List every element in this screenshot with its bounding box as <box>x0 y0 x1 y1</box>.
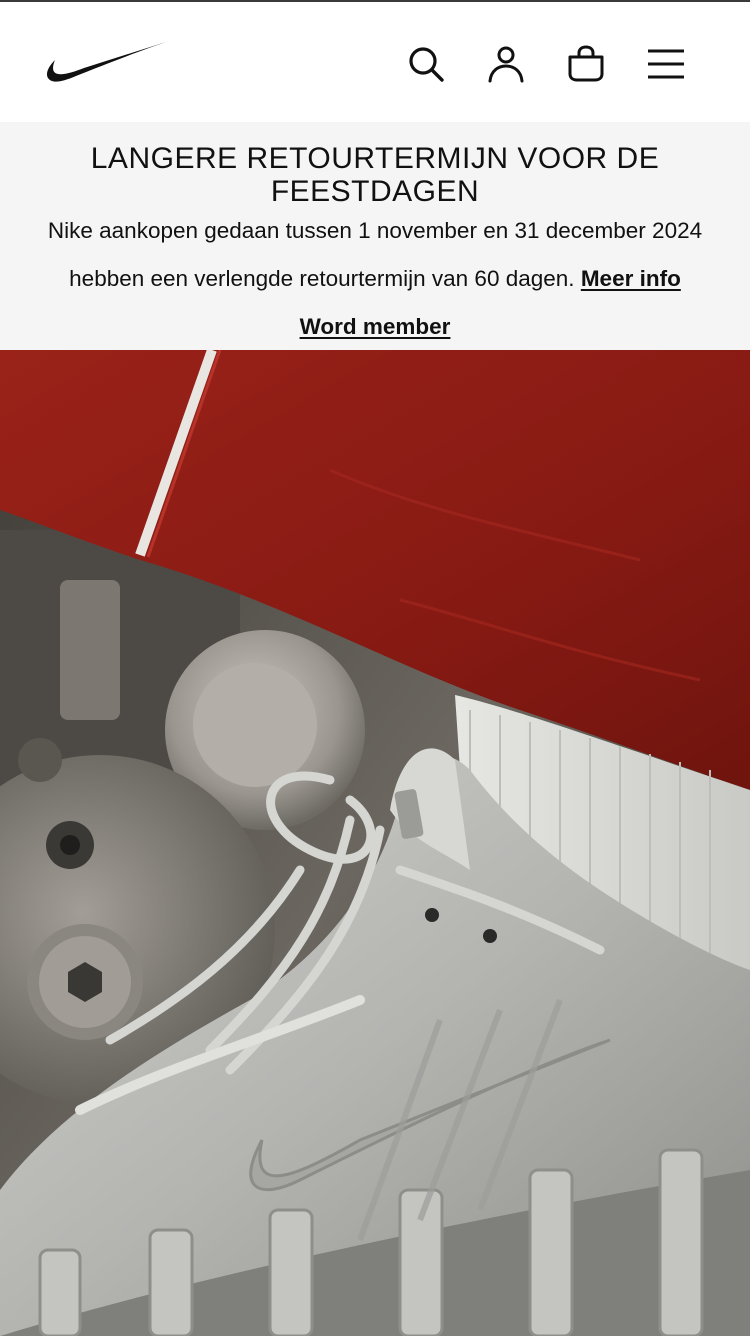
promo-text-line-3: Word member <box>0 312 750 342</box>
menu-icon <box>648 49 684 79</box>
bag-button[interactable] <box>564 40 608 88</box>
site-header <box>0 2 750 122</box>
menu-button[interactable] <box>644 40 688 88</box>
account-icon <box>488 46 524 83</box>
promo-title: LANGERE RETOURTERMIJN VOOR DE FEESTDAGEN <box>90 142 660 208</box>
search-icon <box>409 47 444 82</box>
promo-text-line-2-text: hebben een verlengde retourtermijn van 6… <box>69 266 575 291</box>
page: LANGERE RETOURTERMIJN VOOR DE FEESTDAGEN… <box>0 0 750 1336</box>
promo-text-line-2: hebben een verlengde retourtermijn van 6… <box>0 264 750 294</box>
nike-swoosh-icon <box>46 42 166 82</box>
account-button[interactable] <box>484 40 528 88</box>
hero-image[interactable] <box>0 350 750 1336</box>
more-info-link[interactable]: Meer info <box>581 266 681 291</box>
bag-icon <box>568 45 604 82</box>
hero-sneaker-illustration <box>0 350 750 1336</box>
search-button[interactable] <box>404 40 448 88</box>
promo-banner: LANGERE RETOURTERMIJN VOOR DE FEESTDAGEN… <box>0 122 750 350</box>
become-member-link[interactable]: Word member <box>300 314 451 339</box>
promo-text-line-1: Nike aankopen gedaan tussen 1 november e… <box>47 218 703 243</box>
nike-logo-link[interactable] <box>46 40 168 86</box>
